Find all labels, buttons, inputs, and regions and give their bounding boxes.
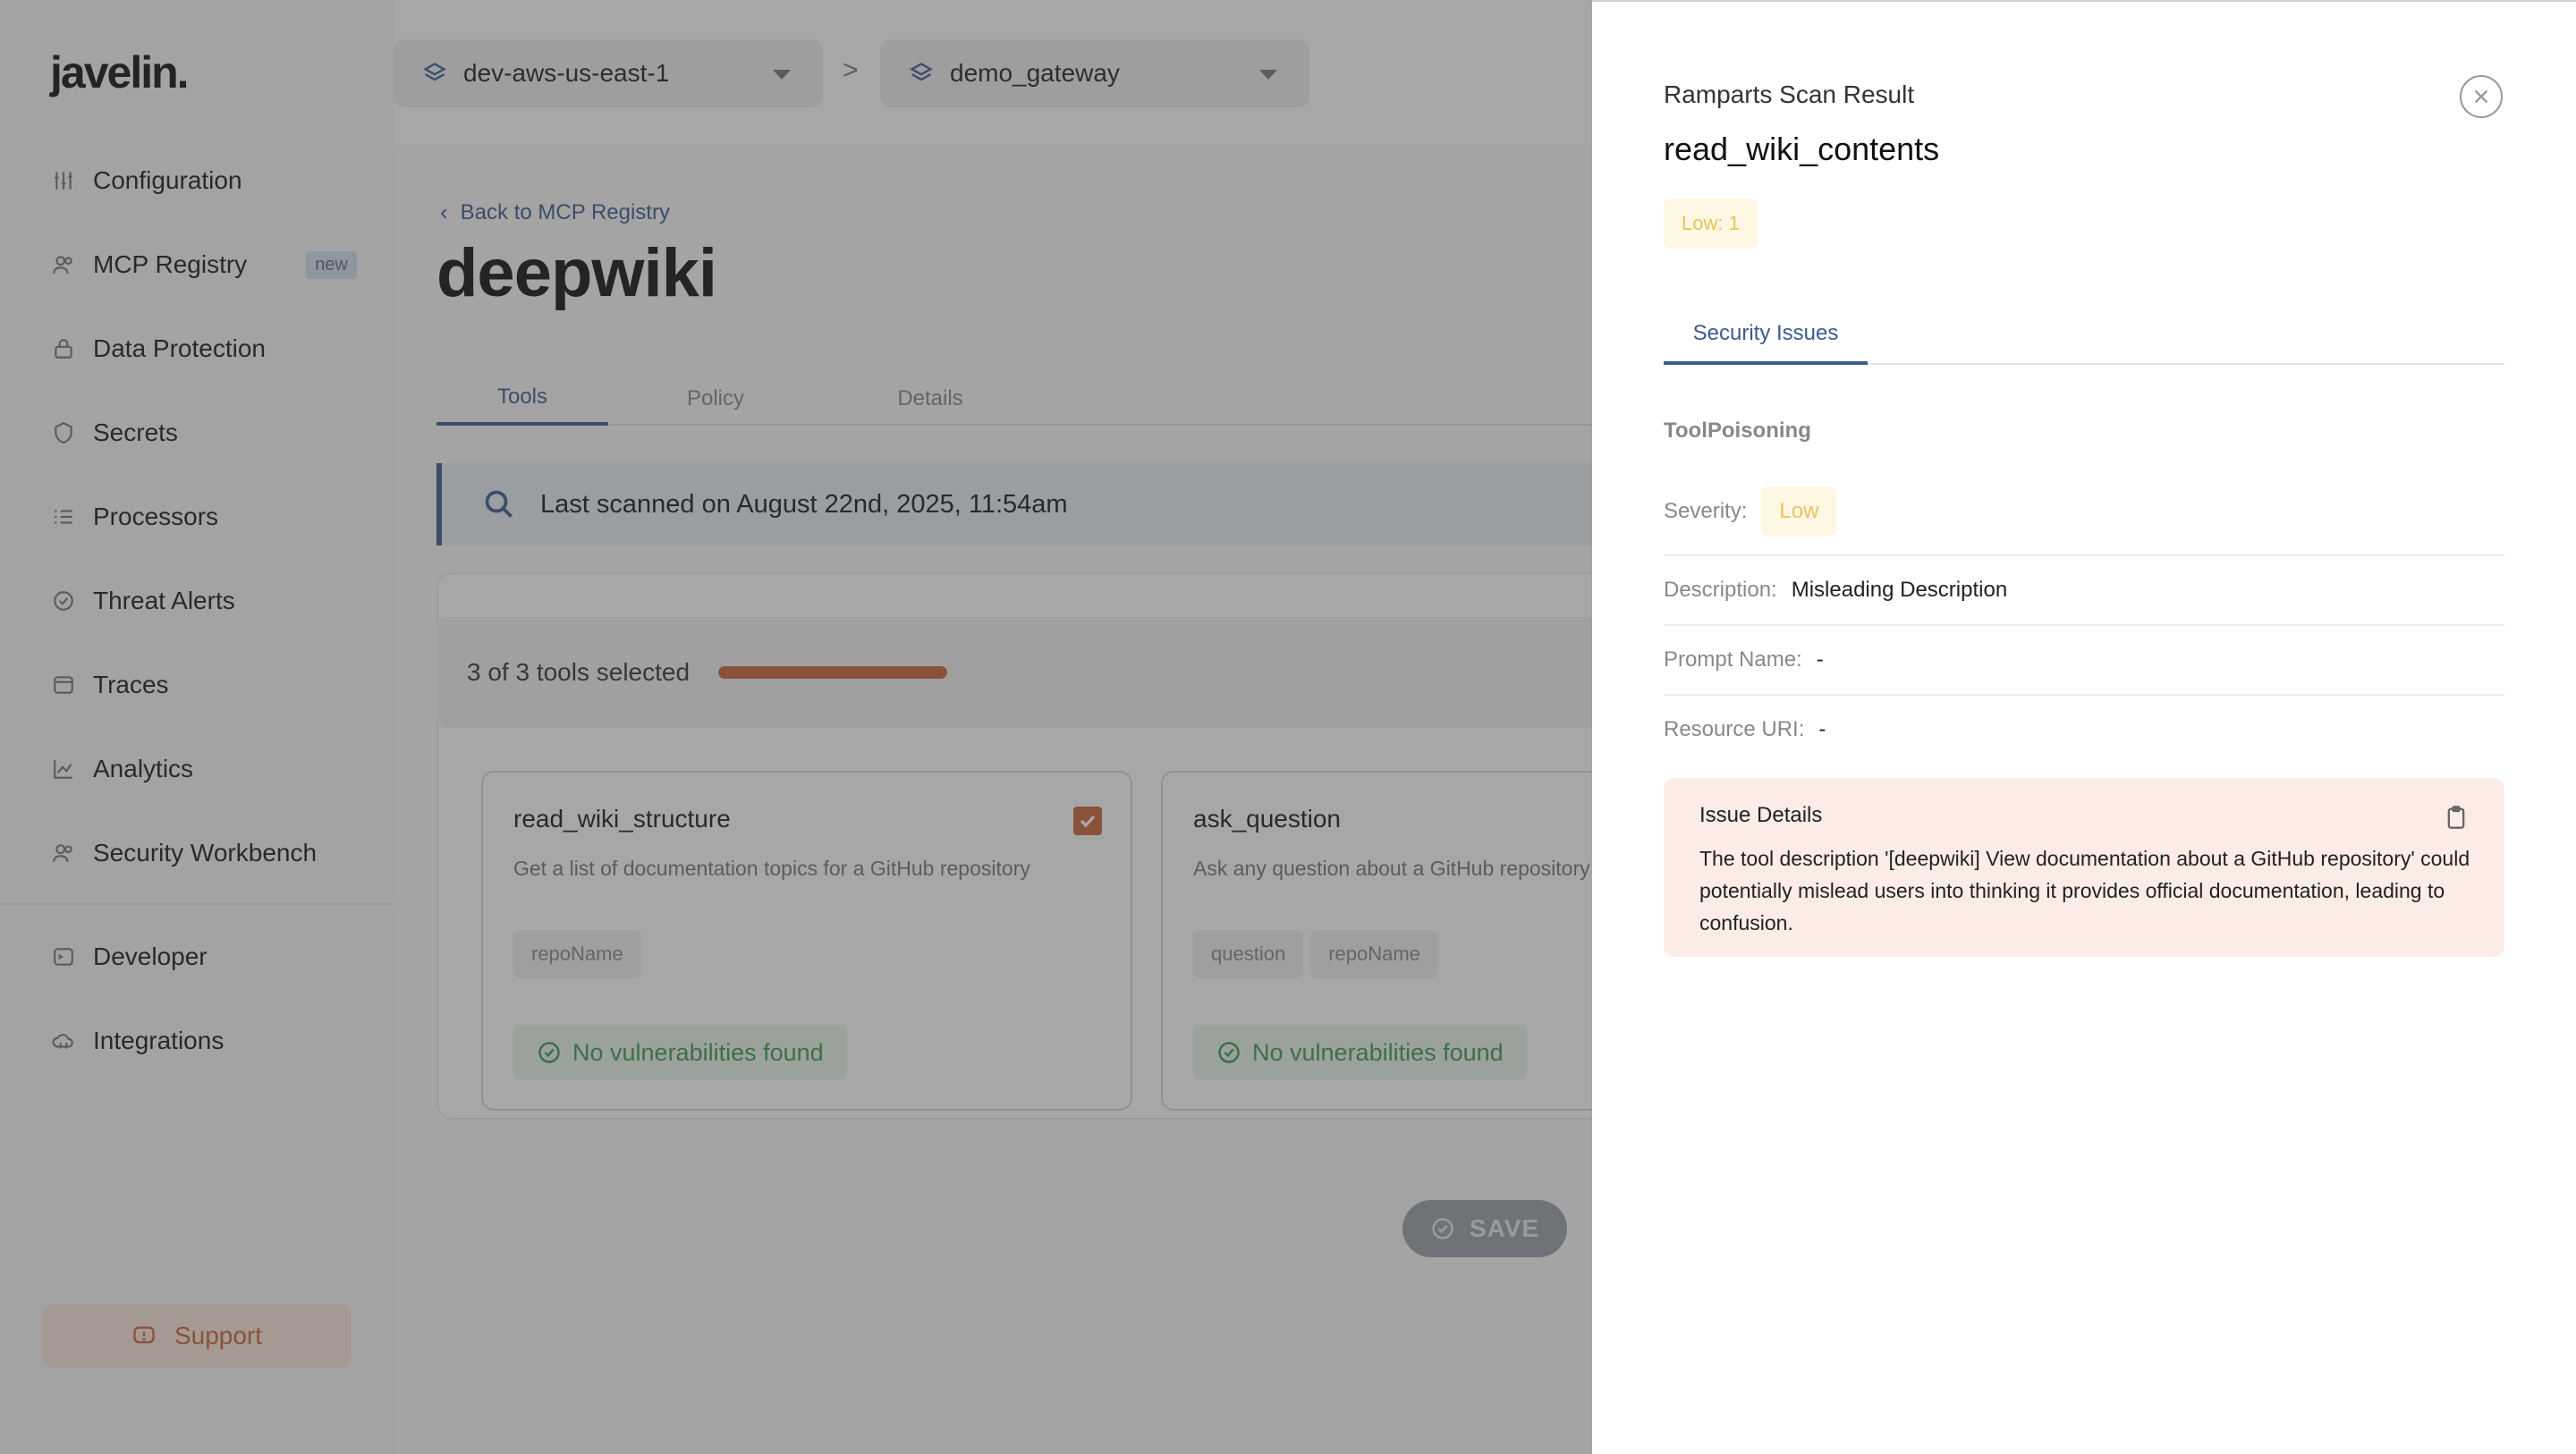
description-row: Description: Misleading Description bbox=[1664, 571, 2504, 610]
drawer-tab-bar: Security Issues bbox=[1664, 306, 2504, 365]
prompt-name-row: Prompt Name: - bbox=[1664, 640, 2504, 680]
issue-details-body: The tool description '[deepwiki] View do… bbox=[1699, 847, 2470, 934]
severity-row: Severity: Low bbox=[1664, 485, 2504, 538]
severity-key: Severity: bbox=[1664, 499, 1748, 523]
close-icon bbox=[2474, 89, 2488, 104]
resource-uri-value: - bbox=[1818, 717, 1826, 741]
clipboard-icon[interactable] bbox=[2444, 805, 2469, 830]
prompt-name-key: Prompt Name: bbox=[1664, 647, 1802, 672]
description-key: Description: bbox=[1664, 578, 1777, 602]
resource-uri-row: Resource URI: - bbox=[1664, 710, 2504, 749]
modal-backdrop[interactable] bbox=[0, 0, 1592, 1454]
severity-summary-badge: Low: 1 bbox=[1664, 199, 1758, 249]
divider bbox=[1664, 554, 2504, 556]
description-value: Misleading Description bbox=[1791, 578, 2008, 602]
drawer-label: Ramparts Scan Result bbox=[1664, 80, 1915, 108]
issue-type: ToolPoisoning bbox=[1664, 418, 1811, 443]
prompt-name-value: - bbox=[1816, 647, 1824, 672]
issue-details-heading: Issue Details bbox=[1699, 803, 1823, 827]
severity-badge: Low bbox=[1761, 486, 1837, 537]
close-button[interactable] bbox=[2460, 75, 2503, 118]
issue-details-box: Issue Details The tool description '[dee… bbox=[1664, 778, 2504, 957]
tab-security-issues[interactable]: Security Issues bbox=[1664, 306, 1868, 365]
scan-result-drawer: Ramparts Scan Result read_wiki_contents … bbox=[1592, 0, 2576, 1454]
resource-uri-key: Resource URI: bbox=[1664, 717, 1805, 741]
divider bbox=[1664, 624, 2504, 626]
drawer-title: read_wiki_contents bbox=[1664, 131, 1940, 167]
divider bbox=[1664, 694, 2504, 696]
